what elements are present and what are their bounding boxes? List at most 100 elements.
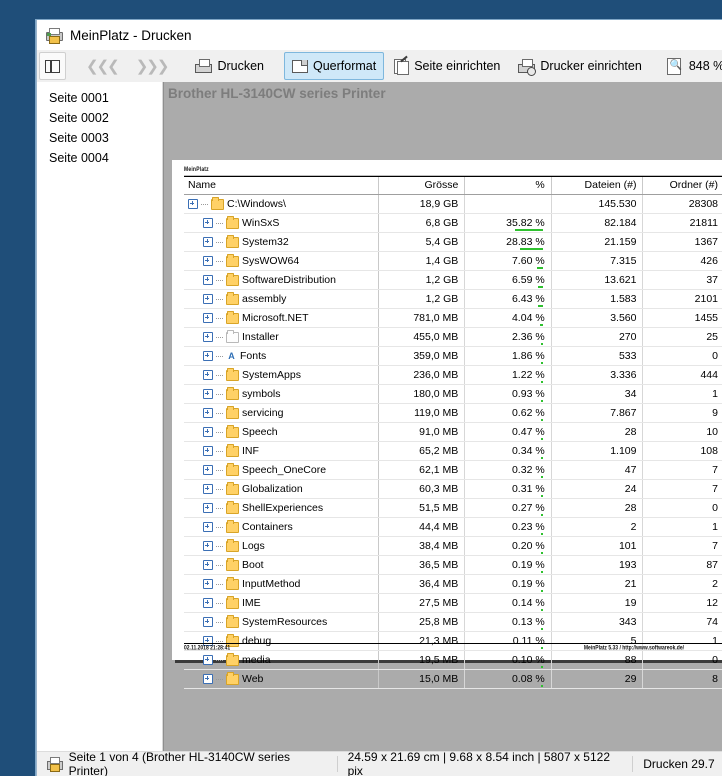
cell-files: 21 xyxy=(551,574,644,594)
expand-plus-icon[interactable] xyxy=(203,579,213,589)
tree-connector xyxy=(216,583,223,585)
table-row[interactable]: Boot 36,5 MB 0.19 % 193 87 xyxy=(184,555,722,575)
table-row[interactable]: servicing 119,0 MB 0.62 % 7.867 9 xyxy=(184,403,722,423)
preview-printer-label: Brother HL-3140CW series Printer xyxy=(168,86,386,101)
expand-plus-icon[interactable] xyxy=(203,237,213,247)
table-row[interactable]: symbols 180,0 MB 0.93 % 34 1 xyxy=(184,384,722,404)
page-list[interactable]: Seite 0001 Seite 0002 Seite 0003 Seite 0… xyxy=(37,82,163,752)
column-header-name[interactable]: Name xyxy=(184,177,379,195)
table-row[interactable]: INF 65,2 MB 0.34 % 1.109 108 xyxy=(184,441,722,461)
table-row[interactable]: System32 5,4 GB 28.83 % 21.159 1367 xyxy=(184,232,722,252)
tree-connector xyxy=(216,659,223,661)
zoom-level-button[interactable]: 🔍 848 % xyxy=(662,52,722,80)
preview-pane[interactable]: Brother HL-3140CW series Printer MeinPla… xyxy=(163,82,722,752)
expand-plus-icon[interactable] xyxy=(203,541,213,551)
row-label: media xyxy=(242,654,271,666)
cell-percent: 6.59 % xyxy=(464,270,552,290)
cell-folders: 7 xyxy=(642,460,722,480)
status-dimensions: 24.59 x 21.69 cm | 9.68 x 8.54 inch | 58… xyxy=(338,750,633,776)
expand-plus-icon[interactable] xyxy=(203,503,213,513)
page-list-item[interactable]: Seite 0003 xyxy=(49,128,162,148)
tree-connector xyxy=(216,355,223,357)
cell-name: Containers xyxy=(184,517,379,537)
page-list-item[interactable]: Seite 0001 xyxy=(49,88,162,108)
expand-plus-icon[interactable] xyxy=(203,275,213,285)
expand-plus-icon[interactable] xyxy=(203,484,213,494)
percent-bar xyxy=(540,514,543,516)
table-row[interactable]: SysWOW64 1,4 GB 7.60 % 7.315 426 xyxy=(184,251,722,271)
expand-plus-icon[interactable] xyxy=(203,370,213,380)
tree-connector xyxy=(216,431,223,433)
table-row[interactable]: Logs 38,4 MB 0.20 % 101 7 xyxy=(184,536,722,556)
cell-percent: 0.20 % xyxy=(464,536,552,556)
page-list-item[interactable]: Seite 0002 xyxy=(49,108,162,128)
expand-plus-icon[interactable] xyxy=(203,522,213,532)
page-list-item[interactable]: Seite 0004 xyxy=(49,148,162,168)
table-row[interactable]: Web 15,0 MB 0.08 % 29 8 xyxy=(184,669,722,689)
next-page-button[interactable]: ❯❯❯ xyxy=(128,52,176,80)
percent-bar xyxy=(540,552,543,554)
expand-plus-icon[interactable] xyxy=(203,560,213,570)
expand-plus-icon[interactable] xyxy=(203,408,213,418)
table-row[interactable]: Speech 91,0 MB 0.47 % 28 10 xyxy=(184,422,722,442)
table-row[interactable]: A Fonts 359,0 MB 1.86 % 533 0 xyxy=(184,346,722,366)
table-row[interactable]: SoftwareDistribution 1,2 GB 6.59 % 13.621 37 xyxy=(184,270,722,290)
sidebar-toggle-button[interactable] xyxy=(39,52,66,80)
table-row[interactable]: Containers 44,4 MB 0.23 % 2 1 xyxy=(184,517,722,537)
folder-icon xyxy=(226,595,239,609)
printer-setup-button[interactable]: Drucker einrichten xyxy=(510,52,649,80)
cell-files: 3.336 xyxy=(551,365,644,385)
report-footer-timestamp: 02.11.2018 21:28:41 xyxy=(184,644,231,652)
table-row[interactable]: Speech_OneCore 62,1 MB 0.32 % 47 7 xyxy=(184,460,722,480)
expand-plus-icon[interactable] xyxy=(203,351,213,361)
page-setup-button[interactable]: Seite einrichten xyxy=(386,52,508,80)
table-row[interactable]: Globalization 60,3 MB 0.31 % 24 7 xyxy=(184,479,722,499)
print-preview-window: MeinPlatz - Drucken ❮❮❮ ❯❯❯ Drucken Quer… xyxy=(36,20,722,776)
expand-plus-icon[interactable] xyxy=(203,332,213,342)
table-row[interactable]: SystemResources 25,8 MB 0.13 % 343 74 xyxy=(184,612,722,632)
expand-plus-icon[interactable] xyxy=(203,465,213,475)
cell-folders: 21811 xyxy=(642,213,722,233)
folder-icon xyxy=(226,329,239,343)
landscape-toggle-button[interactable]: Querformat xyxy=(283,52,385,80)
folder-icon xyxy=(226,291,239,305)
expand-plus-icon[interactable] xyxy=(203,294,213,304)
table-row[interactable]: SystemApps 236,0 MB 1.22 % 3.336 444 xyxy=(184,365,722,385)
table-row[interactable]: ShellExperiences 51,5 MB 0.27 % 28 0 xyxy=(184,498,722,518)
column-header-files[interactable]: Dateien (#) xyxy=(551,177,644,195)
table-row[interactable]: assembly 1,2 GB 6.43 % 1.583 2101 xyxy=(184,289,722,309)
column-header-folders[interactable]: Ordner (#) xyxy=(642,177,722,195)
expand-plus-icon[interactable] xyxy=(203,598,213,608)
table-row[interactable]: WinSxS 6,8 GB 35.82 % 82.184 21811 xyxy=(184,213,722,233)
expand-plus-icon[interactable] xyxy=(203,674,213,684)
table-row[interactable]: Installer 455,0 MB 2.36 % 270 25 xyxy=(184,327,722,347)
column-header-percent[interactable]: % xyxy=(464,177,552,195)
expand-plus-icon[interactable] xyxy=(203,256,213,266)
column-header-size[interactable]: Grösse xyxy=(378,177,466,195)
table-row[interactable]: Microsoft.NET 781,0 MB 4.04 % 3.560 1455 xyxy=(184,308,722,328)
row-label: Containers xyxy=(242,521,293,533)
expand-plus-icon[interactable] xyxy=(203,218,213,228)
expand-plus-icon[interactable] xyxy=(203,313,213,323)
row-label: WinSxS xyxy=(242,217,280,229)
table-row[interactable]: C:\Windows\ 18,9 GB 145.530 28308 xyxy=(184,194,722,214)
cell-name: C:\Windows\ xyxy=(184,194,379,214)
expand-plus-icon[interactable] xyxy=(203,389,213,399)
table-row[interactable]: InputMethod 36,4 MB 0.19 % 21 2 xyxy=(184,574,722,594)
cell-size: 236,0 MB xyxy=(378,365,466,385)
print-button[interactable]: Drucken xyxy=(187,52,272,80)
folder-icon xyxy=(226,481,239,495)
previous-page-button[interactable]: ❮❮❮ xyxy=(78,52,126,80)
table-row[interactable]: IME 27,5 MB 0.14 % 19 12 xyxy=(184,593,722,613)
expand-plus-icon[interactable] xyxy=(203,655,213,665)
percent-bar xyxy=(540,343,543,345)
tree-connector xyxy=(216,469,223,471)
cell-files: 21.159 xyxy=(551,232,644,252)
expand-plus-icon[interactable] xyxy=(203,446,213,456)
cell-size: 60,3 MB xyxy=(378,479,466,499)
table-row[interactable]: media 19,5 MB 0.10 % 88 0 xyxy=(184,650,722,670)
expand-plus-icon[interactable] xyxy=(203,427,213,437)
expand-plus-icon[interactable] xyxy=(203,617,213,627)
cell-folders: 0 xyxy=(642,346,722,366)
expand-plus-icon[interactable] xyxy=(188,199,198,209)
